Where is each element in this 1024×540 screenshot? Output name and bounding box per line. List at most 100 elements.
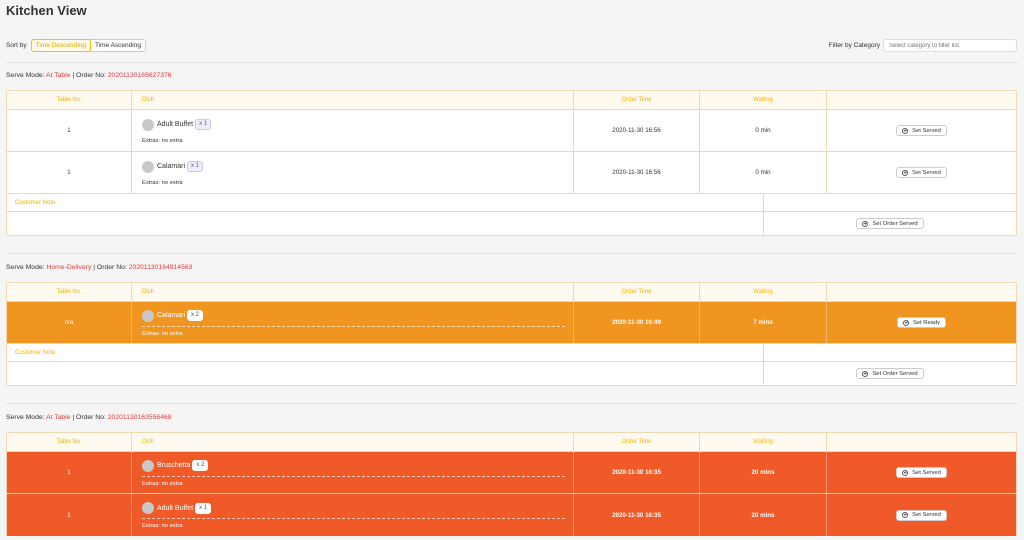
- table-row: 1 Calamari x 1 Extras: no extra 2020-11-3…: [7, 152, 1016, 194]
- col-order-time: Order Time: [574, 433, 700, 451]
- table-no: 1: [7, 110, 132, 151]
- serve-mode-label: Serve Mode:: [6, 414, 45, 421]
- order-header: Serve Mode: At Table | Order No: 2020113…: [6, 414, 172, 421]
- order-no-label: | Order No:: [72, 72, 106, 79]
- waiting-time: 7 mins: [700, 302, 827, 343]
- order-header: Serve Mode: At Table | Order No: 2020113…: [6, 72, 172, 79]
- action-cell: Set Served: [827, 152, 1016, 193]
- dish-cell: Bruschetta x 2 Extras: no extra: [132, 452, 574, 493]
- quantity-badge: x 1: [195, 119, 212, 130]
- button-label: Set Served: [912, 169, 941, 176]
- dish-avatar: [142, 502, 154, 514]
- dish-name: Adult Buffet: [157, 504, 194, 512]
- set-order-served-button[interactable]: Set Order Served: [856, 368, 924, 379]
- button-label: Set Served: [912, 127, 941, 134]
- button-label: Set Served: [912, 512, 941, 518]
- check-circle-icon: [862, 370, 869, 377]
- customer-note-row: Customer Note: [7, 344, 1016, 362]
- order-time: 2020-11-30 16:35: [574, 494, 700, 536]
- customer-note-text: [7, 362, 764, 385]
- check-circle-icon: [902, 512, 909, 518]
- dish-cell: Calamari x 2 Extras: no extra: [132, 302, 574, 343]
- order-no-value: 20201130165627376: [107, 72, 172, 79]
- order-action-cell: Set Order Served: [764, 362, 1016, 385]
- sort-label: Sort by: [6, 42, 27, 49]
- quantity-badge: x 2: [192, 460, 209, 471]
- check-circle-icon: [862, 220, 869, 227]
- category-filter: Filter by Category: [829, 39, 1017, 52]
- action-cell: Set Served: [827, 110, 1016, 151]
- order-no-label: | Order No:: [93, 264, 127, 271]
- dish-avatar: [142, 459, 154, 472]
- table-no: 1: [7, 494, 132, 536]
- serve-mode-label: Serve Mode:: [6, 264, 45, 271]
- check-circle-icon: [902, 169, 909, 176]
- set-served-button[interactable]: Set Served: [896, 467, 947, 478]
- dish-name: Adult Buffet: [157, 121, 194, 128]
- order-table: Table No. Dish Order Time Waiting 1 Adul…: [6, 90, 1017, 236]
- button-label: Set Served: [912, 469, 941, 476]
- table-no: 1: [7, 152, 132, 193]
- action-cell: Set Ready: [827, 302, 1016, 343]
- quantity-badge: x 1: [187, 161, 204, 172]
- table-no: n/a: [7, 302, 132, 343]
- col-table-no: Table No.: [7, 91, 132, 109]
- table-row: n/a Calamari x 2 Extras: no extra 2020-11…: [7, 302, 1016, 344]
- order-header: Serve Mode: Home-Delivery | Order No: 20…: [6, 264, 192, 271]
- divider: [6, 253, 1018, 254]
- col-action: [827, 433, 1016, 451]
- serve-mode-value: At Table: [46, 72, 71, 79]
- table-row: 1 Adult Buffet x 1 Extras: no extra 2020-…: [7, 110, 1016, 152]
- table-header: Table No. Dish Order Time Waiting: [7, 433, 1016, 452]
- table-no: 1: [7, 452, 132, 493]
- waiting-time: 0 min: [700, 152, 827, 193]
- button-label: Set Order Served: [872, 220, 918, 227]
- set-served-button[interactable]: Set Served: [896, 167, 947, 178]
- customer-note-label: Customer Note: [7, 344, 764, 361]
- waiting-time: 20 mins: [700, 494, 827, 536]
- order-time: 2020-11-30 16:56: [574, 152, 700, 193]
- dish-name: Bruschetta: [157, 462, 191, 469]
- col-action: [827, 283, 1016, 301]
- filter-label: Filter by Category: [828, 42, 880, 49]
- table-row: 1 Bruschetta x 2 Extras: no extra 2020-11…: [7, 452, 1016, 494]
- dish-avatar: [142, 309, 154, 322]
- table-header: Table No. Dish Order Time Waiting: [7, 283, 1016, 302]
- category-filter-input[interactable]: [883, 39, 1017, 52]
- quantity-badge: x 2: [187, 310, 204, 321]
- set-ready-button[interactable]: Set Ready: [896, 317, 947, 328]
- check-circle-icon: [902, 319, 909, 326]
- dashed-separator: [142, 325, 565, 327]
- sort-time-ascending-button[interactable]: Time Ascending: [91, 40, 145, 51]
- customer-note-body: Set Order Served: [7, 362, 1016, 385]
- sort-segmented-control: Time Descending Time Ascending: [30, 39, 146, 52]
- table-header: Table No. Dish Order Time Waiting: [7, 91, 1016, 110]
- sort-bar: Sort by Time Descending Time Ascending: [6, 39, 146, 52]
- dish-cell: Calamari x 1 Extras: no extra: [132, 152, 574, 193]
- note-spacer: [764, 194, 1016, 211]
- order-no-value: 20201130164914563: [128, 264, 193, 271]
- waiting-time: 20 mins: [700, 452, 827, 493]
- set-order-served-button[interactable]: Set Order Served: [856, 218, 924, 229]
- order-no-value: 20201130163556468: [107, 414, 172, 421]
- dish-cell: Adult Buffet x 1 Extras: no extra: [132, 494, 574, 536]
- col-table-no: Table No.: [7, 433, 132, 451]
- dish-name: Calamari: [157, 163, 186, 170]
- col-dish: Dish: [132, 283, 574, 301]
- note-spacer: [764, 344, 1016, 361]
- set-served-button[interactable]: Set Served: [896, 125, 947, 136]
- set-served-button[interactable]: Set Served: [896, 509, 947, 521]
- serve-mode-value: At Table: [46, 414, 71, 421]
- serve-mode-value: Home-Delivery: [46, 264, 92, 271]
- order-no-label: | Order No:: [72, 414, 106, 421]
- check-circle-icon: [902, 127, 909, 134]
- dashed-separator: [142, 475, 565, 477]
- action-cell: Set Served: [827, 452, 1016, 493]
- sort-time-descending-button[interactable]: Time Descending: [30, 39, 91, 52]
- dish-extras: Extras: no extra: [142, 179, 183, 186]
- col-waiting: Waiting: [700, 433, 827, 451]
- dish-extras: Extras: no extra: [142, 523, 183, 529]
- col-order-time: Order Time: [574, 283, 700, 301]
- dish-extras: Extras: no extra: [142, 330, 183, 337]
- col-table-no: Table No.: [7, 283, 132, 301]
